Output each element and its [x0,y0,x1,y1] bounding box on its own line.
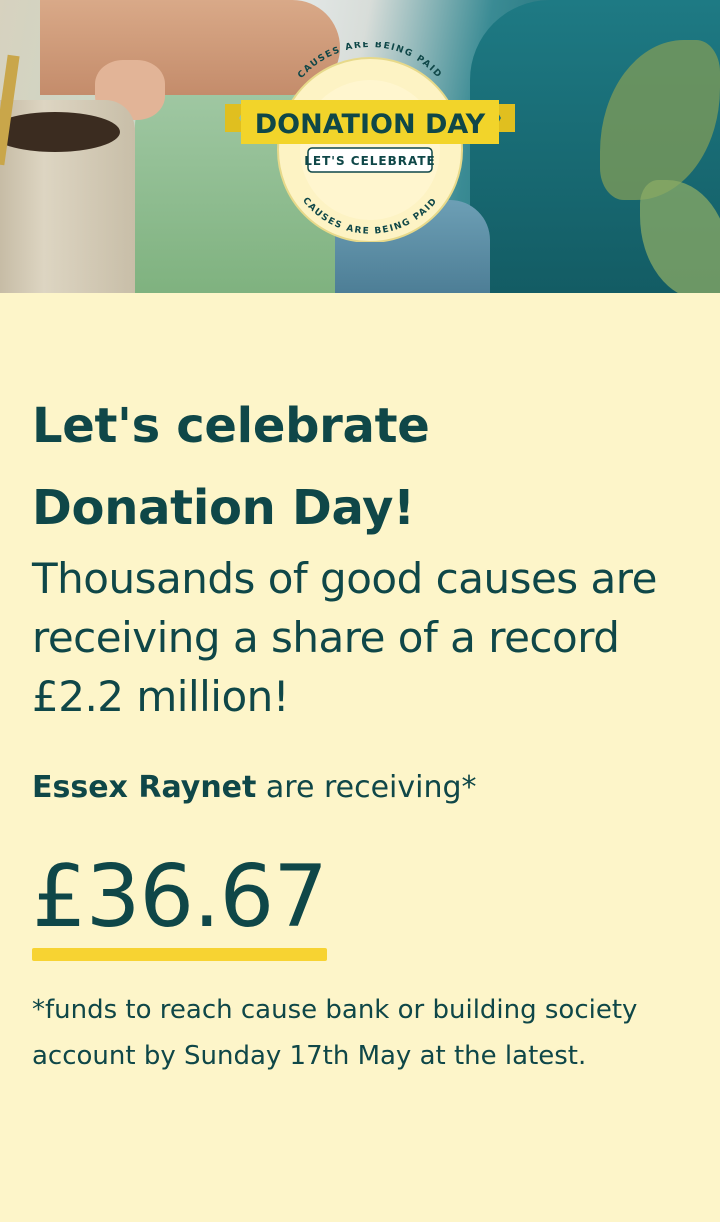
cause-name: Essex Raynet [32,770,257,805]
footnote: *funds to reach cause bank or building s… [32,995,638,1071]
donation-amount: £36.67 [32,847,328,947]
headline-line-2: Donation Day! [32,480,415,536]
donation-amount-block: £36.67 [32,847,328,961]
receiving-statement: Essex Raynet are receiving* [32,768,688,808]
amount-underline [32,948,327,961]
lead-paragraph: Thousands of good causes are receiving a… [32,554,657,721]
donation-day-badge: CAUSES ARE BEING PAID CAUSES ARE BEING P… [225,42,515,242]
receiving-suffix: are receiving* [256,770,477,805]
hero-banner: CAUSES ARE BEING PAID CAUSES ARE BEING P… [0,0,720,293]
badge-subtitle: LET'S CELEBRATE [304,154,436,168]
headline-line-1: Let's celebrate [32,398,430,454]
badge-title: DONATION DAY [255,109,486,140]
main-content: Let's celebrate Donation Day! Thousands … [0,385,720,1079]
page-headline: Let's celebrate Donation Day! [32,385,688,549]
